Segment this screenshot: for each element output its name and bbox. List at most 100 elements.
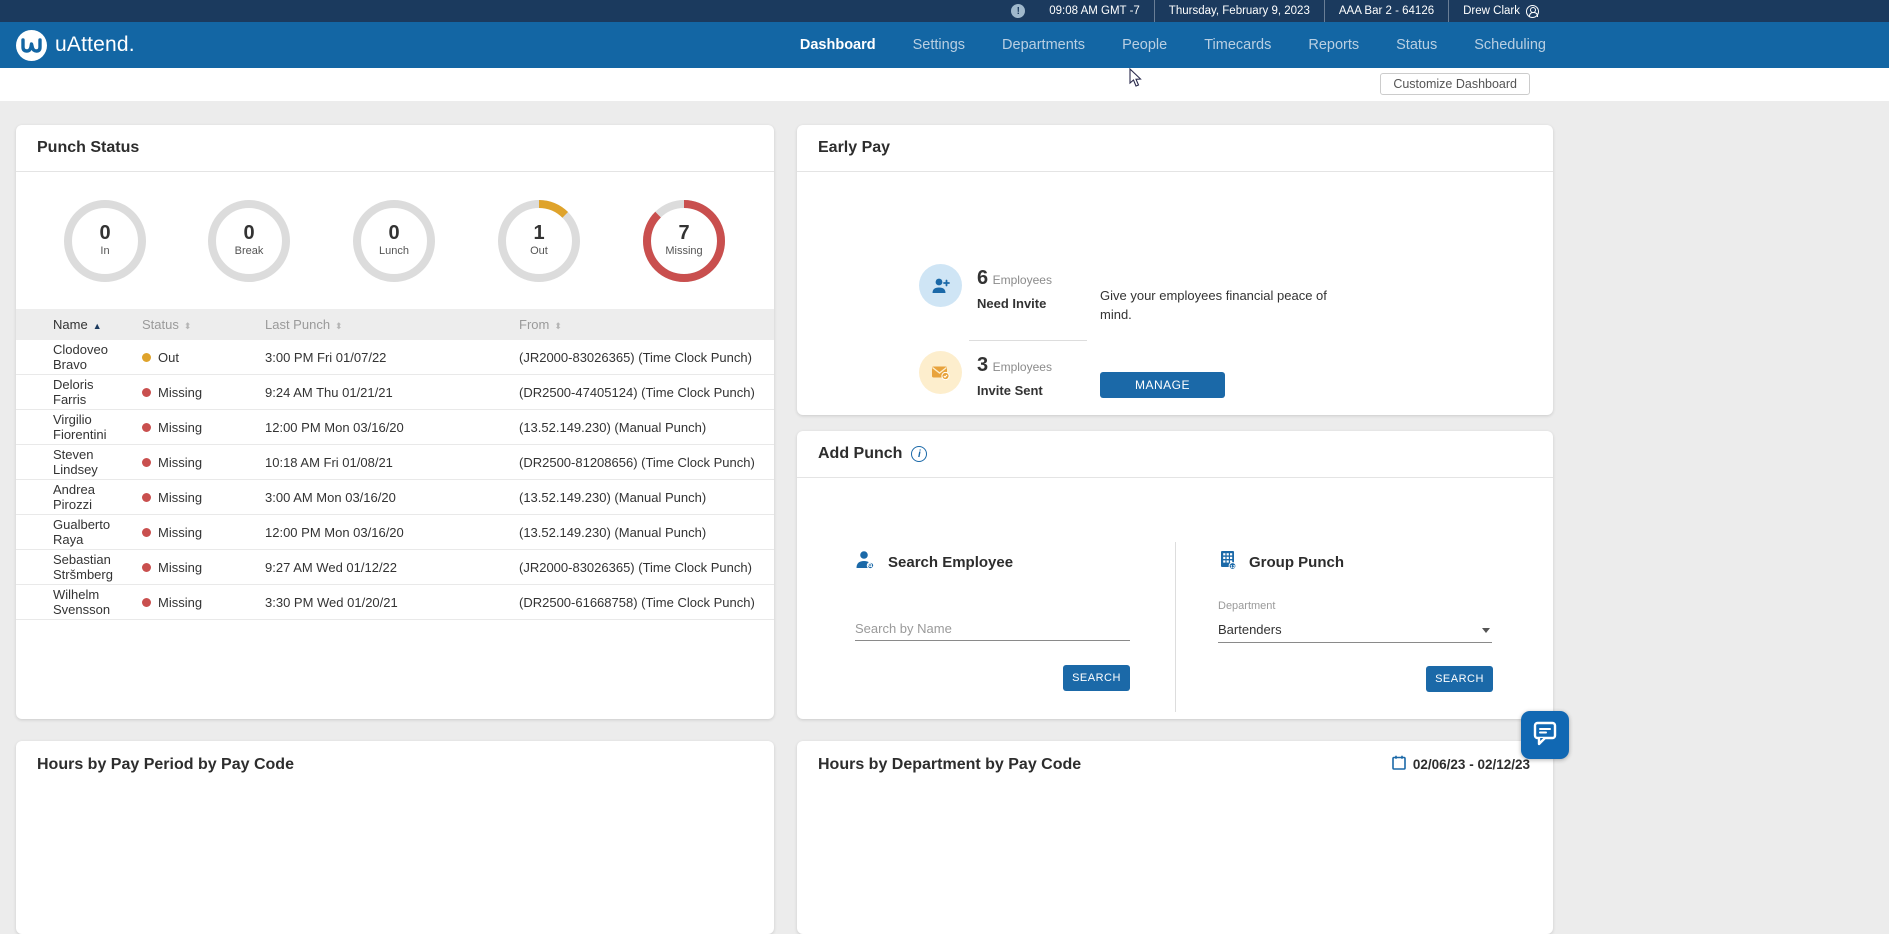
group-punch-search-button[interactable]: SEARCH — [1426, 666, 1493, 692]
date-range-picker[interactable]: 02/06/23 - 02/12/23 — [1392, 755, 1530, 773]
status-dot — [142, 423, 151, 432]
status-dot — [142, 598, 151, 607]
cell-last-punch: 9:24 AM Thu 01/21/21 — [248, 385, 501, 400]
cell-status: Missing — [121, 560, 248, 575]
top-utility-bar: ! 09:08 AM GMT -7 Thursday, February 9, … — [0, 0, 1889, 22]
donut-lunch[interactable]: 0 Lunch — [352, 199, 436, 283]
cell-from: (DR2500-81208656) (Time Clock Punch) — [501, 455, 774, 470]
cell-name: Gualberto Raya — [16, 517, 121, 547]
col-header-name[interactable]: Name▲ — [16, 317, 121, 332]
donut-label: In — [63, 245, 147, 257]
user-menu[interactable]: Drew Clark — [1448, 0, 1553, 22]
donut-out[interactable]: 1 Out — [497, 199, 581, 283]
donut-label: Missing — [642, 245, 726, 257]
nav-item-settings[interactable]: Settings — [913, 37, 965, 53]
donut-break[interactable]: 0 Break — [207, 199, 291, 283]
donut-label: Lunch — [352, 245, 436, 257]
invite-sent-label: Invite Sent — [977, 383, 1052, 398]
nav-item-people[interactable]: People — [1122, 37, 1167, 53]
table-row[interactable]: Sebastian Stršmberg Missing 9:27 AM Wed … — [16, 550, 774, 585]
early-pay-title: Early Pay — [818, 139, 890, 157]
donut-missing[interactable]: 7 Missing — [642, 199, 726, 283]
department-value: Bartenders — [1218, 622, 1282, 637]
table-row[interactable]: Wilhelm Svensson Missing 3:30 PM Wed 01/… — [16, 585, 774, 620]
need-invite-stat — [919, 264, 962, 307]
status-dot — [142, 458, 151, 467]
cell-name: Sebastian Stršmberg — [16, 552, 121, 582]
cell-status: Missing — [121, 595, 248, 610]
nav-item-status[interactable]: Status — [1396, 37, 1437, 53]
user-avatar-icon — [1526, 5, 1539, 18]
punch-table: Name▲ Status⬍ Last Punch⬍ From⬍ Clodoveo… — [16, 309, 774, 620]
hours-by-pay-period-title: Hours by Pay Period by Pay Code — [37, 756, 294, 773]
cell-status: Missing — [121, 385, 248, 400]
need-invite-count: 6 — [977, 267, 988, 289]
col-header-status[interactable]: Status⬍ — [121, 317, 248, 332]
search-employee-button[interactable]: SEARCH — [1063, 665, 1130, 691]
hours-by-pay-period-card: Hours by Pay Period by Pay Code — [16, 741, 774, 934]
nav-item-reports[interactable]: Reports — [1308, 37, 1359, 53]
chevron-down-icon — [1482, 628, 1490, 633]
status-dot — [142, 563, 151, 572]
donut-in[interactable]: 0 In — [63, 199, 147, 283]
current-time: 09:08 AM GMT -7 — [1035, 0, 1154, 22]
cell-from: (13.52.149.230) (Manual Punch) — [501, 525, 774, 540]
nav-item-scheduling[interactable]: Scheduling — [1474, 37, 1546, 53]
brand-text: uAttend. — [55, 33, 135, 57]
table-row[interactable]: Steven Lindsey Missing 10:18 AM Fri 01/0… — [16, 445, 774, 480]
invite-sent-unit: Employees — [993, 360, 1052, 374]
cell-last-punch: 3:00 AM Mon 03/16/20 — [248, 490, 501, 505]
table-row[interactable]: Virgilio Fiorentini Missing 12:00 PM Mon… — [16, 410, 774, 445]
need-invite-unit: Employees — [993, 273, 1052, 287]
col-header-from[interactable]: From⬍ — [501, 317, 774, 332]
department-label: Department — [1218, 600, 1275, 612]
alert-info-icon[interactable]: ! — [1011, 4, 1025, 18]
manage-button[interactable]: MANAGE — [1100, 372, 1225, 398]
invite-sent-stat — [919, 351, 962, 394]
nav-item-dashboard[interactable]: Dashboard — [800, 37, 876, 53]
table-row[interactable]: Andrea Pirozzi Missing 3:00 AM Mon 03/16… — [16, 480, 774, 515]
cell-last-punch: 3:30 PM Wed 01/20/21 — [248, 595, 501, 610]
info-icon[interactable]: i — [911, 446, 927, 462]
cell-last-punch: 12:00 PM Mon 03/16/20 — [248, 525, 501, 540]
search-employee-input[interactable] — [855, 617, 1130, 641]
early-pay-description: Give your employees financial peace of m… — [1100, 286, 1327, 324]
status-dot — [142, 528, 151, 537]
table-row[interactable]: Clodoveo Bravo Out 3:00 PM Fri 01/07/22 … — [16, 340, 774, 375]
cell-status: Missing — [121, 420, 248, 435]
cell-name: Clodoveo Bravo — [16, 342, 121, 372]
search-employee-heading: Search Employee — [888, 554, 1013, 571]
chat-widget-button[interactable] — [1521, 711, 1569, 759]
cell-last-punch: 9:27 AM Wed 01/12/22 — [248, 560, 501, 575]
add-punch-card: Add Punch i Search Employee SEARCH — [797, 431, 1553, 719]
date-range-text: 02/06/23 - 02/12/23 — [1413, 757, 1530, 772]
nav-item-timecards[interactable]: Timecards — [1204, 37, 1271, 53]
sort-asc-icon: ▲ — [93, 321, 101, 331]
add-punch-title: Add Punch — [818, 445, 902, 463]
user-name: Drew Clark — [1463, 5, 1520, 17]
punch-table-header: Name▲ Status⬍ Last Punch⬍ From⬍ — [16, 309, 774, 340]
table-row[interactable]: Deloris Farris Missing 9:24 AM Thu 01/21… — [16, 375, 774, 410]
nav-items: Dashboard Settings Departments People Timeca… — [800, 37, 1546, 53]
nav-item-departments[interactable]: Departments — [1002, 37, 1085, 53]
svg-text:123: 123 — [1230, 564, 1238, 569]
col-header-last-punch[interactable]: Last Punch⬍ — [248, 317, 501, 332]
donut-label: Break — [207, 245, 291, 257]
cell-name: Virgilio Fiorentini — [16, 412, 121, 442]
invite-sent-count: 3 — [977, 354, 988, 376]
envelope-check-icon — [919, 351, 962, 394]
cell-from: (JR2000-83026365) (Time Clock Punch) — [501, 560, 774, 575]
status-dot — [142, 493, 151, 502]
current-date: Thursday, February 9, 2023 — [1154, 0, 1324, 22]
table-row[interactable]: Gualberto Raya Missing 12:00 PM Mon 03/1… — [16, 515, 774, 550]
stat-divider — [969, 340, 1087, 341]
punch-status-card: Punch Status 0 In 0 Break 0 Lunch 1 Out — [16, 125, 774, 719]
customize-dashboard-button[interactable]: Customize Dashboard — [1380, 73, 1530, 95]
brand-logo[interactable]: uAttend. — [16, 30, 135, 61]
main-nav: uAttend. Dashboard Settings Departments Peo… — [0, 22, 1889, 68]
building-icon: 123 — [1217, 549, 1239, 575]
cell-from: (DR2500-61668758) (Time Clock Punch) — [501, 595, 774, 610]
department-select[interactable]: Bartenders — [1218, 622, 1492, 643]
account-name[interactable]: AAA Bar 2 - 64126 — [1324, 0, 1448, 22]
cell-from: (13.52.149.230) (Manual Punch) — [501, 490, 774, 505]
